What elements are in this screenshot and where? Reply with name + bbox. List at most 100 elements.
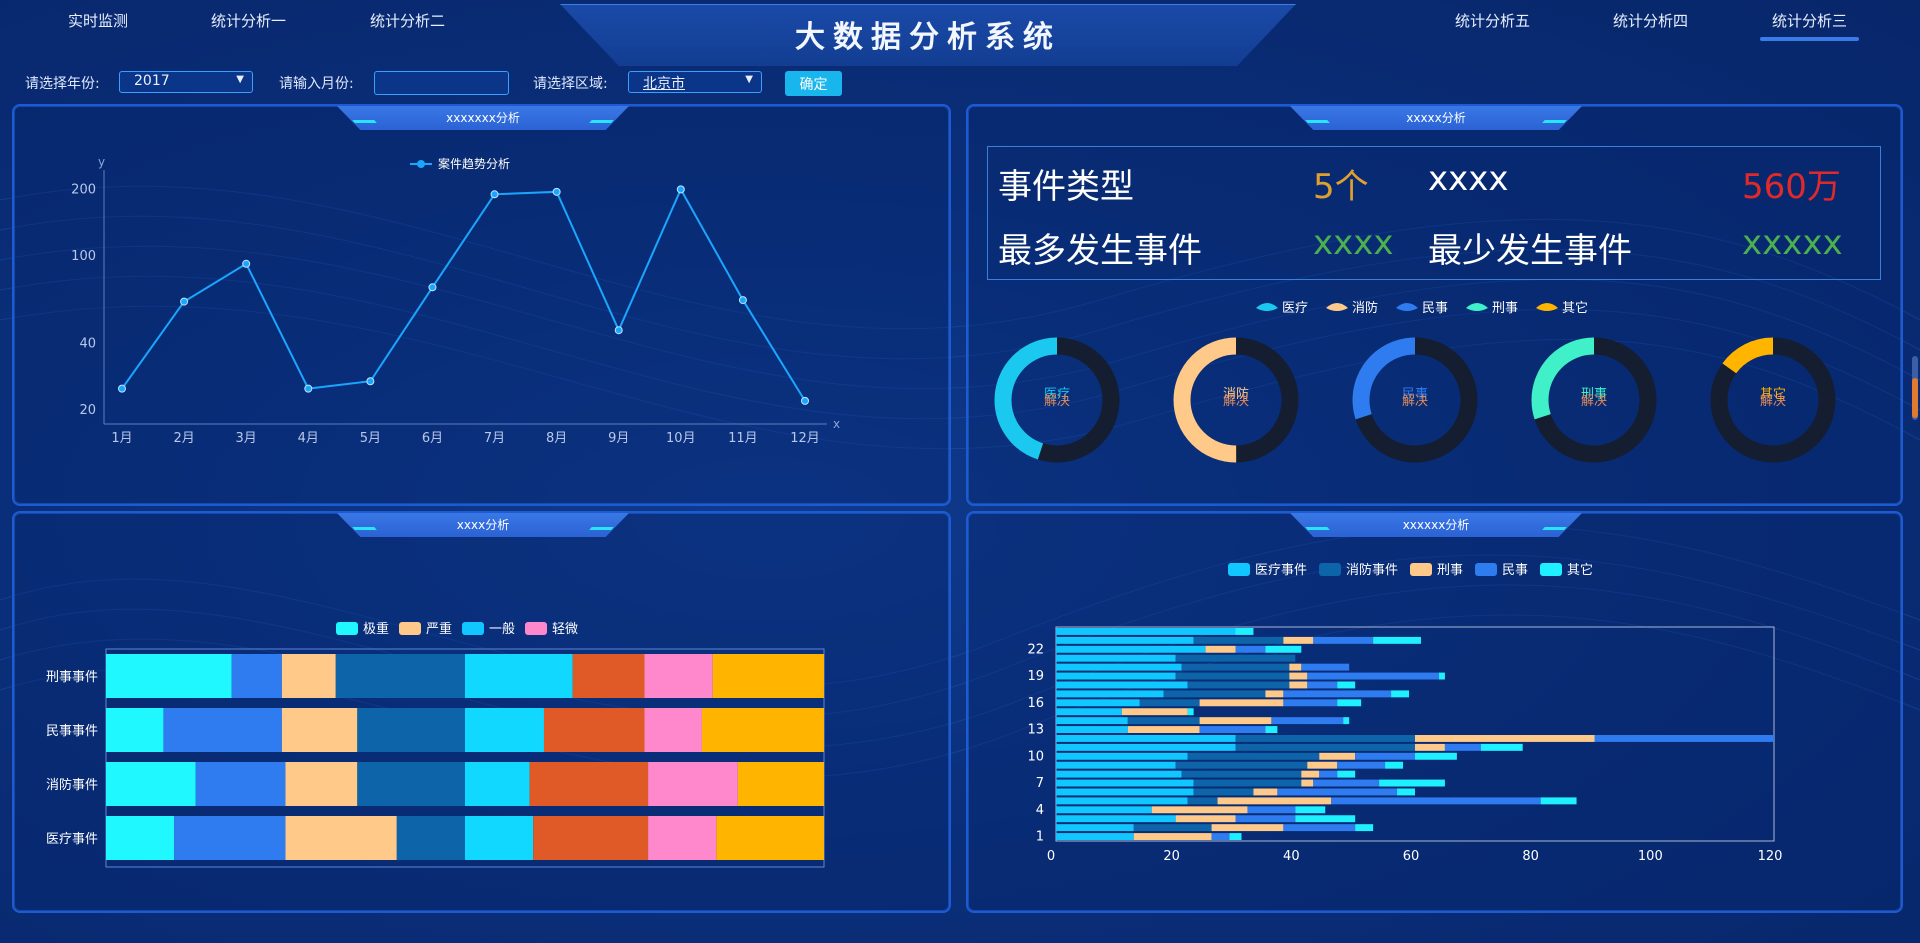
bar-segment[interactable] xyxy=(529,762,649,806)
bar-segment[interactable] xyxy=(1379,779,1445,787)
bar-segment[interactable] xyxy=(701,708,824,752)
bar-segment[interactable] xyxy=(1187,797,1218,805)
donut-医疗[interactable]: 医疗解决 xyxy=(994,337,1120,463)
legend-item[interactable]: 轻微 xyxy=(525,622,578,637)
bar-segment[interactable] xyxy=(1343,717,1350,725)
bar-segment[interactable] xyxy=(1307,681,1338,689)
legend-item[interactable]: 极重 xyxy=(336,621,389,637)
bar-segment[interactable] xyxy=(1056,797,1188,805)
bar-segment[interactable] xyxy=(1056,628,1236,635)
bar-segment[interactable] xyxy=(1540,797,1577,805)
bar-segment[interactable] xyxy=(1056,717,1128,725)
bar-segment[interactable] xyxy=(106,708,164,752)
bar-segment[interactable] xyxy=(396,816,465,860)
legend-item[interactable]: 刑事 xyxy=(1410,563,1463,578)
bar-segment[interactable] xyxy=(1385,761,1404,769)
legend-item[interactable]: 民事 xyxy=(1396,301,1448,316)
bar-segment[interactable] xyxy=(1331,797,1541,805)
bar-segment[interactable] xyxy=(1444,743,1481,751)
bar-segment[interactable] xyxy=(335,654,465,698)
bar-segment[interactable] xyxy=(285,762,358,806)
data-point[interactable] xyxy=(738,296,747,305)
bar-segment[interactable] xyxy=(1391,690,1410,698)
donut-其它[interactable]: 其它解决 xyxy=(1710,337,1836,463)
bar-segment[interactable] xyxy=(1199,699,1284,707)
bar-segment[interactable] xyxy=(1283,690,1392,698)
bar-segment[interactable] xyxy=(1289,663,1302,671)
bar-segment[interactable] xyxy=(1271,717,1344,725)
bar-segment[interactable] xyxy=(1301,779,1314,787)
legend-item[interactable]: 民事 xyxy=(1475,563,1528,578)
bar-segment[interactable] xyxy=(1313,636,1374,644)
bar-segment[interactable] xyxy=(1181,770,1302,778)
bar-segment[interactable] xyxy=(1127,726,1200,733)
bar-segment[interactable] xyxy=(1253,788,1278,796)
bar-segment[interactable] xyxy=(1056,833,1134,840)
bar-segment[interactable] xyxy=(1175,672,1290,680)
bar-segment[interactable] xyxy=(195,762,286,806)
data-point[interactable] xyxy=(490,190,499,199)
bar-segment[interactable] xyxy=(1337,699,1362,707)
legend-item[interactable]: 消防事件 xyxy=(1319,562,1398,578)
bar-segment[interactable] xyxy=(648,762,738,806)
bar-segment[interactable] xyxy=(1211,824,1284,832)
bar-segment[interactable] xyxy=(1056,824,1134,832)
bar-segment[interactable] xyxy=(1229,833,1242,840)
bar-segment[interactable] xyxy=(281,708,358,752)
data-point[interactable] xyxy=(118,384,126,393)
bar-segment[interactable] xyxy=(1301,663,1350,671)
bar-segment[interactable] xyxy=(1056,752,1188,760)
bar-segment[interactable] xyxy=(648,816,717,860)
data-point[interactable] xyxy=(180,297,189,306)
bar-segment[interactable] xyxy=(1056,672,1176,680)
nav-stat-analysis-5[interactable]: 统计分析五 xyxy=(1455,10,1530,31)
bar-segment[interactable] xyxy=(1355,824,1374,832)
bar-segment[interactable] xyxy=(106,762,196,806)
bar-segment[interactable] xyxy=(174,816,286,860)
bar-segment[interactable] xyxy=(644,708,702,752)
data-point[interactable] xyxy=(304,384,313,393)
bar-segment[interactable] xyxy=(1295,815,1356,823)
bar-segment[interactable] xyxy=(1056,681,1188,689)
bar-segment[interactable] xyxy=(1283,824,1356,832)
bar-segment[interactable] xyxy=(1193,636,1284,644)
bar-segment[interactable] xyxy=(465,654,573,698)
bar-segment[interactable] xyxy=(281,654,336,698)
bar-segment[interactable] xyxy=(1397,788,1415,796)
bar-segment[interactable] xyxy=(1247,806,1296,814)
bar-segment[interactable] xyxy=(1175,761,1308,769)
bar-segment[interactable] xyxy=(231,654,282,698)
bar-segment[interactable] xyxy=(1235,743,1416,751)
bar-segment[interactable] xyxy=(1283,699,1338,707)
bar-segment[interactable] xyxy=(1295,806,1326,814)
bar-segment[interactable] xyxy=(1301,770,1320,778)
bar-segment[interactable] xyxy=(357,762,465,806)
bar-segment[interactable] xyxy=(1235,815,1296,823)
bar-segment[interactable] xyxy=(465,762,530,806)
confirm-button[interactable]: 确定 xyxy=(785,71,842,96)
bar-segment[interactable] xyxy=(1056,726,1128,733)
bar-segment[interactable] xyxy=(1127,717,1200,725)
bar-segment[interactable] xyxy=(106,816,175,860)
bar-segment[interactable] xyxy=(1193,779,1302,787)
bar-segment[interactable] xyxy=(1187,752,1320,760)
bar-segment[interactable] xyxy=(1056,815,1176,823)
bar-segment[interactable] xyxy=(1289,681,1308,689)
bar-segment[interactable] xyxy=(1235,645,1266,653)
data-point[interactable] xyxy=(242,259,251,268)
data-point[interactable] xyxy=(676,185,685,194)
bar-segment[interactable] xyxy=(1265,726,1278,733)
nav-stat-analysis-2[interactable]: 统计分析二 xyxy=(370,10,445,31)
bar-segment[interactable] xyxy=(1337,681,1356,689)
bar-segment[interactable] xyxy=(1211,833,1230,840)
bar-segment[interactable] xyxy=(1056,743,1236,751)
bar-segment[interactable] xyxy=(1307,761,1338,769)
bar-segment[interactable] xyxy=(1307,672,1439,680)
bar-segment[interactable] xyxy=(1415,735,1595,742)
bar-segment[interactable] xyxy=(1199,717,1272,725)
bar-segment[interactable] xyxy=(1235,628,1254,635)
bar-segment[interactable] xyxy=(1415,743,1445,751)
bar-segment[interactable] xyxy=(737,762,824,806)
legend-item[interactable]: 严重 xyxy=(399,621,452,637)
bar-segment[interactable] xyxy=(106,654,232,698)
